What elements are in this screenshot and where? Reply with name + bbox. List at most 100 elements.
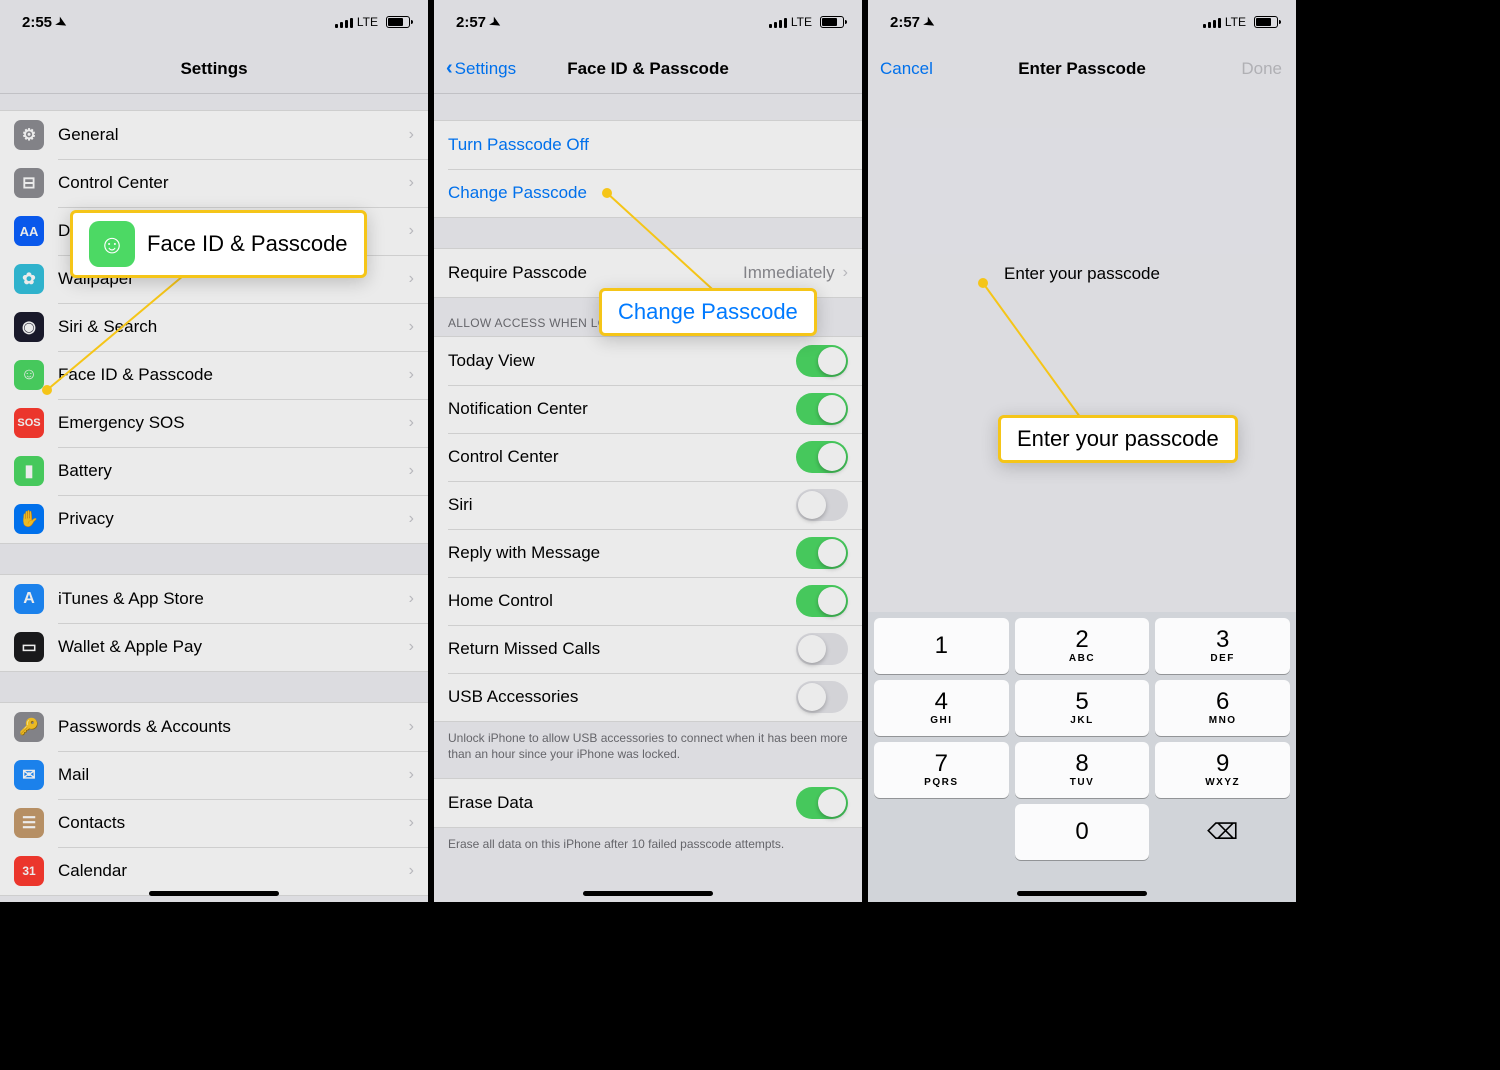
settings-screen: 2:55➤ LTE Settings ⚙General› ⊟Control Ce… <box>0 0 434 902</box>
appstore-icon: A <box>14 584 44 614</box>
mail-icon: ✉ <box>14 760 44 790</box>
page-title: Enter Passcode <box>1018 59 1146 79</box>
row-contacts[interactable]: ☰Contacts› <box>0 799 428 847</box>
row-control-center[interactable]: ⊟Control Center› <box>0 159 428 207</box>
chevron-right-icon: › <box>409 590 414 608</box>
signal-icon <box>335 16 353 28</box>
signal-icon <box>1203 16 1221 28</box>
battery-icon <box>386 16 410 28</box>
toggle-switch[interactable] <box>796 633 848 665</box>
text-size-icon: AA <box>14 216 44 246</box>
faceid-passcode-screen: 2:57➤ LTE ‹Settings Face ID & Passcode T… <box>434 0 868 902</box>
toggle-home: Home Control <box>434 577 862 625</box>
change-passcode[interactable]: Change Passcode <box>434 169 862 217</box>
key-6[interactable]: 6MNO <box>1155 680 1290 736</box>
key-1[interactable]: 1 <box>874 618 1009 674</box>
passcode-prompt: Enter your passcode <box>868 264 1296 284</box>
back-button[interactable]: ‹Settings <box>446 44 516 93</box>
signal-icon <box>769 16 787 28</box>
row-itunes[interactable]: AiTunes & App Store› <box>0 575 428 623</box>
status-bar: 2:57➤ LTE <box>434 0 862 44</box>
status-bar: 2:55➤ LTE <box>0 0 428 44</box>
key-2[interactable]: 2ABC <box>1015 618 1150 674</box>
turn-passcode-off[interactable]: Turn Passcode Off <box>434 121 862 169</box>
toggle-switch[interactable] <box>796 681 848 713</box>
navbar: Settings <box>0 44 428 94</box>
key-icon: 🔑 <box>14 712 44 742</box>
key-4[interactable]: 4GHI <box>874 680 1009 736</box>
home-indicator[interactable] <box>583 891 713 896</box>
chevron-right-icon: › <box>409 718 414 736</box>
home-indicator[interactable] <box>1017 891 1147 896</box>
backspace-key[interactable]: ⌫ <box>1155 804 1290 860</box>
chevron-right-icon: › <box>409 318 414 336</box>
chevron-right-icon: › <box>409 126 414 144</box>
battery-icon <box>820 16 844 28</box>
toggle-switch[interactable] <box>796 537 848 569</box>
toggle-today: Today View <box>434 337 862 385</box>
toggle-notification-center: Notification Center <box>434 385 862 433</box>
row-siri[interactable]: ◉Siri & Search› <box>0 303 428 351</box>
status-bar: 2:57➤ LTE <box>868 0 1296 44</box>
annotation-callout: ☺ Face ID & Passcode <box>70 210 367 278</box>
toggle-switch[interactable] <box>796 345 848 377</box>
chevron-right-icon: › <box>409 462 414 480</box>
annotation-callout: Enter your passcode <box>998 415 1238 463</box>
contacts-icon: ☰ <box>14 808 44 838</box>
wallet-icon: ▭ <box>14 632 44 662</box>
status-lte: LTE <box>357 15 378 29</box>
toggle-switch[interactable] <box>796 787 848 819</box>
home-indicator[interactable] <box>149 891 279 896</box>
navbar: Cancel Enter Passcode Done <box>868 44 1296 94</box>
chevron-right-icon: › <box>409 270 414 288</box>
row-general[interactable]: ⚙General› <box>0 111 428 159</box>
enter-passcode-screen: 2:57➤ LTE Cancel Enter Passcode Done Ent… <box>868 0 1296 902</box>
toggle-control-center: Control Center <box>434 433 862 481</box>
row-faceid[interactable]: ☺Face ID & Passcode› <box>0 351 428 399</box>
key-7[interactable]: 7PQRS <box>874 742 1009 798</box>
switches-icon: ⊟ <box>14 168 44 198</box>
annotation-callout: Change Passcode <box>599 288 817 336</box>
row-passwords[interactable]: 🔑Passwords & Accounts› <box>0 703 428 751</box>
toggle-switch[interactable] <box>796 489 848 521</box>
row-sos[interactable]: SOSEmergency SOS› <box>0 399 428 447</box>
row-mail[interactable]: ✉Mail› <box>0 751 428 799</box>
gear-icon: ⚙ <box>14 120 44 150</box>
toggle-switch[interactable] <box>796 441 848 473</box>
usb-note: Unlock iPhone to allow USB accessories t… <box>434 722 862 778</box>
toggle-switch[interactable] <box>796 393 848 425</box>
row-wallet[interactable]: ▭Wallet & Apple Pay› <box>0 623 428 671</box>
row-battery[interactable]: ▮Battery› <box>0 447 428 495</box>
key-0[interactable]: 0 <box>1015 804 1150 860</box>
toggle-erase-data: Erase Data <box>434 779 862 827</box>
chevron-right-icon: › <box>409 862 414 880</box>
erase-note: Erase all data on this iPhone after 10 f… <box>434 828 862 868</box>
chevron-right-icon: › <box>409 510 414 528</box>
status-time: 2:57 <box>456 14 486 31</box>
key-9[interactable]: 9WXYZ <box>1155 742 1290 798</box>
chevron-left-icon: ‹ <box>446 57 453 80</box>
key-5[interactable]: 5JKL <box>1015 680 1150 736</box>
page-title: Face ID & Passcode <box>567 59 729 79</box>
siri-icon: ◉ <box>14 312 44 342</box>
battery-icon <box>1254 16 1278 28</box>
toggle-siri: Siri <box>434 481 862 529</box>
navbar: ‹Settings Face ID & Passcode <box>434 44 862 94</box>
cancel-button[interactable]: Cancel <box>880 44 933 94</box>
chevron-right-icon: › <box>843 264 848 282</box>
chevron-right-icon: › <box>409 814 414 832</box>
status-lte: LTE <box>791 15 812 29</box>
calendar-icon: 31 <box>14 856 44 886</box>
annotation-dot <box>42 385 52 395</box>
location-icon: ➤ <box>53 13 70 32</box>
location-icon: ➤ <box>921 13 938 32</box>
row-privacy[interactable]: ✋Privacy› <box>0 495 428 543</box>
key-8[interactable]: 8TUV <box>1015 742 1150 798</box>
row-calendar[interactable]: 31Calendar› <box>0 847 428 895</box>
key-3[interactable]: 3DEF <box>1155 618 1290 674</box>
hand-icon: ✋ <box>14 504 44 534</box>
status-lte: LTE <box>1225 15 1246 29</box>
battery-row-icon: ▮ <box>14 456 44 486</box>
toggle-switch[interactable] <box>796 585 848 617</box>
chevron-right-icon: › <box>409 174 414 192</box>
